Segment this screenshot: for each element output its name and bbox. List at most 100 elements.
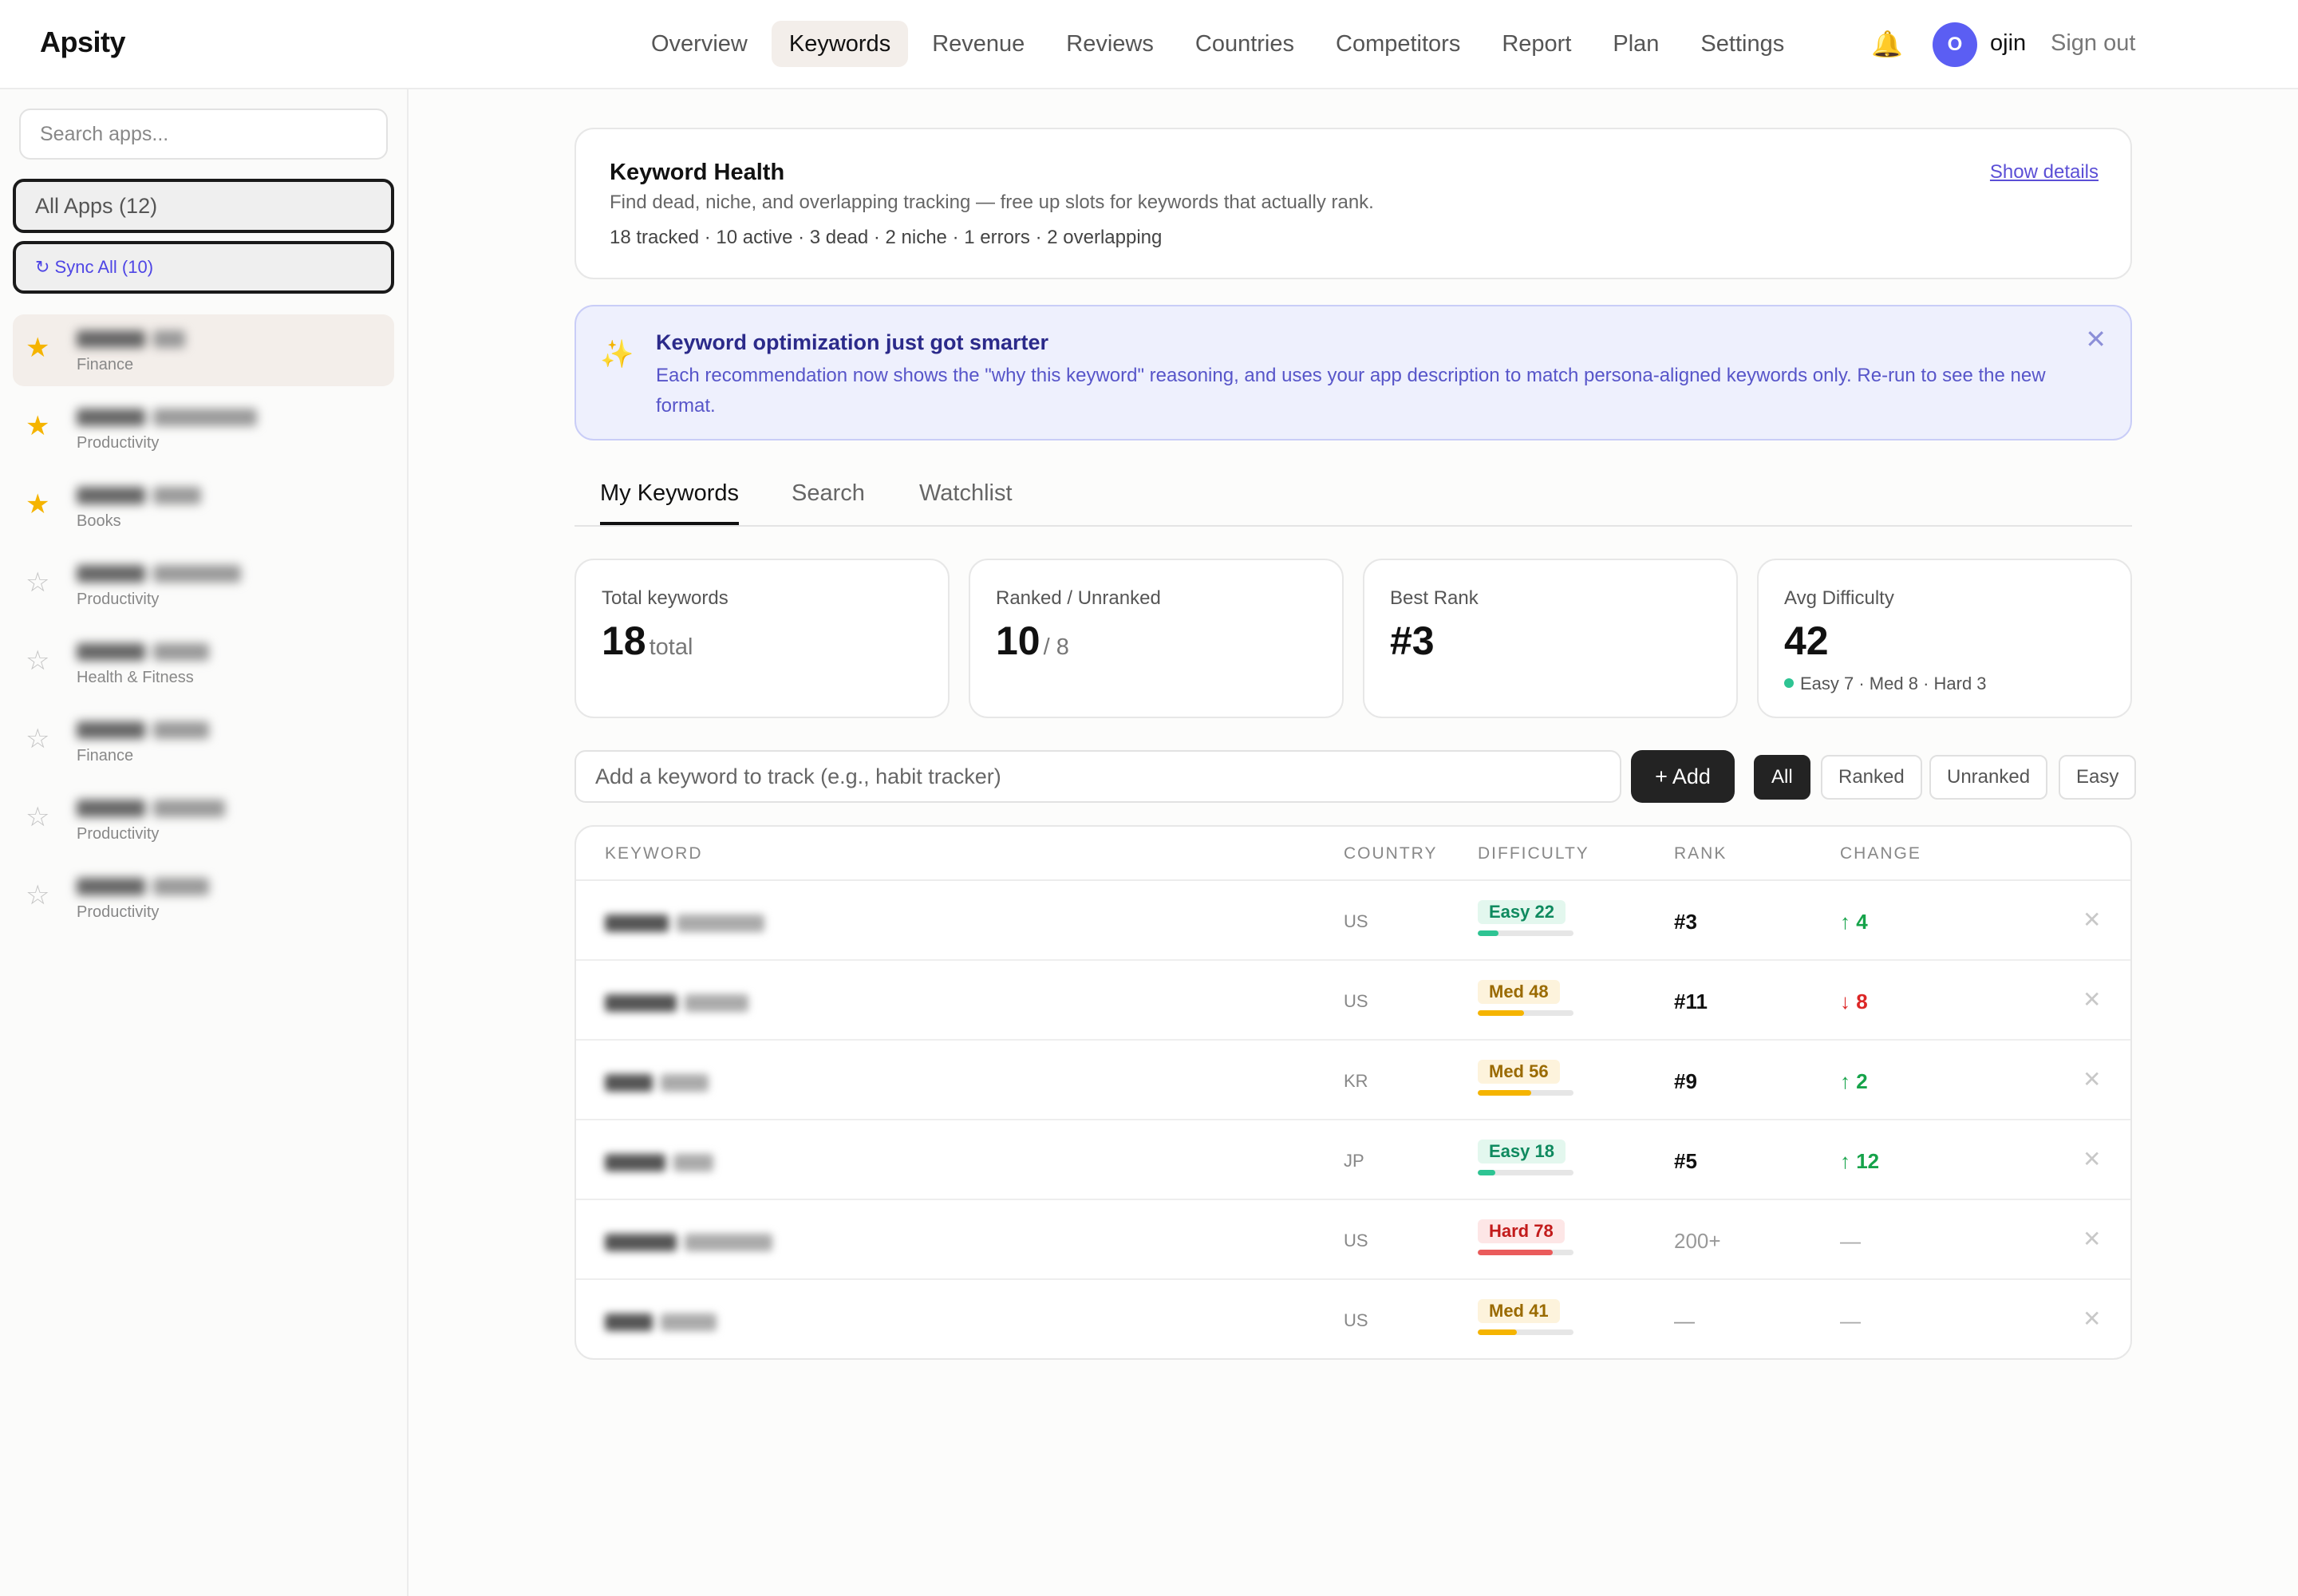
tab-search[interactable]: Search bbox=[792, 480, 865, 525]
table-row[interactable]: US Med 41 — — ✕ bbox=[576, 1280, 2130, 1358]
avatar[interactable]: O bbox=[1933, 22, 1977, 67]
difficulty-cell: Med 41 bbox=[1478, 1299, 1573, 1335]
bell-icon[interactable]: 🔔 bbox=[1871, 29, 1903, 59]
rank-change: — bbox=[1840, 1309, 1861, 1333]
column-country[interactable]: COUNTRY bbox=[1344, 844, 1437, 863]
difficulty-badge: Easy 22 bbox=[1478, 900, 1566, 924]
nav-countries[interactable]: Countries bbox=[1178, 21, 1312, 67]
rank-change: ↑ 4 bbox=[1840, 910, 1868, 934]
star-filled-icon[interactable]: ★ bbox=[26, 410, 49, 442]
stat-value: 18 total bbox=[602, 618, 693, 663]
remove-keyword-icon[interactable]: ✕ bbox=[2083, 1066, 2101, 1092]
filter-all[interactable]: All bbox=[1754, 755, 1810, 800]
remove-keyword-icon[interactable]: ✕ bbox=[2083, 1146, 2101, 1172]
star-outline-icon[interactable]: ☆ bbox=[26, 567, 49, 598]
sidebar-app-item[interactable]: ☆ Health & Fitness bbox=[13, 627, 394, 699]
sidebar-app-item[interactable]: ★ Productivity bbox=[13, 393, 394, 464]
nav-competitors[interactable]: Competitors bbox=[1318, 21, 1478, 67]
nav-revenue[interactable]: Revenue bbox=[914, 21, 1042, 67]
sidebar-app-item[interactable]: ☆ Productivity bbox=[13, 862, 394, 934]
app-category: Books bbox=[77, 512, 121, 530]
table-row[interactable]: KR Med 56 #9 ↑ 2 ✕ bbox=[576, 1041, 2130, 1120]
tab-my-keywords[interactable]: My Keywords bbox=[600, 480, 740, 525]
app-name-redacted bbox=[77, 562, 249, 583]
difficulty-bar bbox=[1478, 930, 1573, 936]
difficulty-bar-fill bbox=[1478, 1250, 1553, 1255]
keyword-redacted bbox=[605, 1071, 717, 1093]
column-difficulty[interactable]: DIFFICULTY bbox=[1478, 844, 1589, 863]
sign-out-link[interactable]: Sign out bbox=[2051, 30, 2135, 57]
add-keyword-button[interactable]: + Add bbox=[1631, 750, 1735, 803]
difficulty-badge: Med 48 bbox=[1478, 980, 1560, 1004]
status-dot-icon bbox=[1784, 678, 1794, 688]
keyword-table: KEYWORD COUNTRY DIFFICULTY RANK CHANGE U… bbox=[574, 825, 2132, 1360]
show-details-link[interactable]: Show details bbox=[1990, 161, 2099, 184]
star-outline-icon[interactable]: ☆ bbox=[26, 723, 49, 755]
sync-all-button[interactable]: ↻ Sync All (10) bbox=[13, 241, 394, 294]
filter-easy[interactable]: Easy bbox=[2059, 755, 2137, 800]
table-row[interactable]: JP Easy 18 #5 ↑ 12 ✕ bbox=[576, 1120, 2130, 1200]
app-category: Productivity bbox=[77, 434, 160, 452]
sidebar-app-item[interactable]: ★ Books bbox=[13, 471, 394, 543]
remove-keyword-icon[interactable]: ✕ bbox=[2083, 907, 2101, 933]
difficulty-bar-fill bbox=[1478, 1090, 1532, 1096]
difficulty-bar-fill bbox=[1478, 1170, 1495, 1175]
app-category: Productivity bbox=[77, 591, 160, 608]
difficulty-bar bbox=[1478, 1329, 1573, 1335]
top-header: Apsity Overview Keywords Revenue Reviews… bbox=[0, 0, 2298, 89]
nav-plan[interactable]: Plan bbox=[1595, 21, 1676, 67]
username: ojin bbox=[1990, 30, 2027, 56]
difficulty-bar bbox=[1478, 1250, 1573, 1255]
difficulty-badge: Med 56 bbox=[1478, 1060, 1560, 1084]
all-apps-button[interactable]: All Apps (12) bbox=[13, 179, 394, 233]
tab-watchlist[interactable]: Watchlist bbox=[919, 480, 1013, 525]
app-category: Finance bbox=[77, 356, 134, 373]
table-row[interactable]: US Easy 22 #3 ↑ 4 ✕ bbox=[576, 881, 2130, 961]
app-name-redacted bbox=[77, 405, 265, 426]
nav-overview[interactable]: Overview bbox=[634, 21, 765, 67]
difficulty-bar-fill bbox=[1478, 930, 1499, 936]
star-filled-icon[interactable]: ★ bbox=[26, 488, 49, 520]
remove-keyword-icon[interactable]: ✕ bbox=[2083, 1306, 2101, 1332]
app-category: Productivity bbox=[77, 903, 160, 921]
stat-suffix: total bbox=[649, 634, 693, 660]
main-nav: Overview Keywords Revenue Reviews Countr… bbox=[634, 21, 1802, 67]
remove-keyword-icon[interactable]: ✕ bbox=[2083, 986, 2101, 1013]
star-outline-icon[interactable]: ☆ bbox=[26, 879, 49, 911]
table-row[interactable]: US Med 48 #11 ↓ 8 ✕ bbox=[576, 961, 2130, 1041]
star-outline-icon[interactable]: ☆ bbox=[26, 645, 49, 677]
sparkles-icon: ✨ bbox=[600, 339, 634, 369]
country-code: JP bbox=[1344, 1151, 1364, 1171]
difficulty-cell: Easy 18 bbox=[1478, 1140, 1573, 1175]
app-category: Health & Fitness bbox=[77, 669, 194, 686]
column-keyword[interactable]: KEYWORD bbox=[605, 844, 703, 863]
add-keyword-input[interactable] bbox=[574, 750, 1621, 803]
app-name-redacted bbox=[77, 796, 233, 817]
difficulty-bar-fill bbox=[1478, 1010, 1524, 1016]
nav-reviews[interactable]: Reviews bbox=[1048, 21, 1171, 67]
sidebar-app-item[interactable]: ☆ Productivity bbox=[13, 784, 394, 855]
nav-keywords[interactable]: Keywords bbox=[771, 21, 909, 67]
keyword-health-stats: 18 tracked · 10 active · 3 dead · 2 nich… bbox=[610, 227, 1163, 248]
sidebar-app-item[interactable]: ★ Finance bbox=[13, 314, 394, 386]
app-name-redacted bbox=[77, 640, 217, 661]
keyword-redacted bbox=[605, 1151, 721, 1173]
remove-keyword-icon[interactable]: ✕ bbox=[2083, 1226, 2101, 1252]
app-logo[interactable]: Apsity bbox=[40, 26, 126, 59]
stat-label: Best Rank bbox=[1390, 587, 1479, 609]
column-rank[interactable]: RANK bbox=[1674, 844, 1727, 863]
column-change[interactable]: CHANGE bbox=[1840, 844, 1921, 863]
keyword-redacted bbox=[605, 1231, 780, 1253]
close-icon[interactable]: ✕ bbox=[2085, 324, 2106, 354]
rank-change: ↑ 2 bbox=[1840, 1069, 1868, 1093]
table-row[interactable]: US Hard 78 200+ — ✕ bbox=[576, 1200, 2130, 1280]
app-search-input[interactable] bbox=[19, 109, 388, 160]
star-outline-icon[interactable]: ☆ bbox=[26, 801, 49, 833]
nav-settings[interactable]: Settings bbox=[1683, 21, 1802, 67]
nav-report[interactable]: Report bbox=[1484, 21, 1589, 67]
star-filled-icon[interactable]: ★ bbox=[26, 332, 49, 364]
filter-ranked[interactable]: Ranked bbox=[1821, 755, 1922, 800]
sidebar-app-item[interactable]: ☆ Productivity bbox=[13, 549, 394, 621]
filter-unranked[interactable]: Unranked bbox=[1929, 755, 2048, 800]
sidebar-app-item[interactable]: ☆ Finance bbox=[13, 705, 394, 777]
